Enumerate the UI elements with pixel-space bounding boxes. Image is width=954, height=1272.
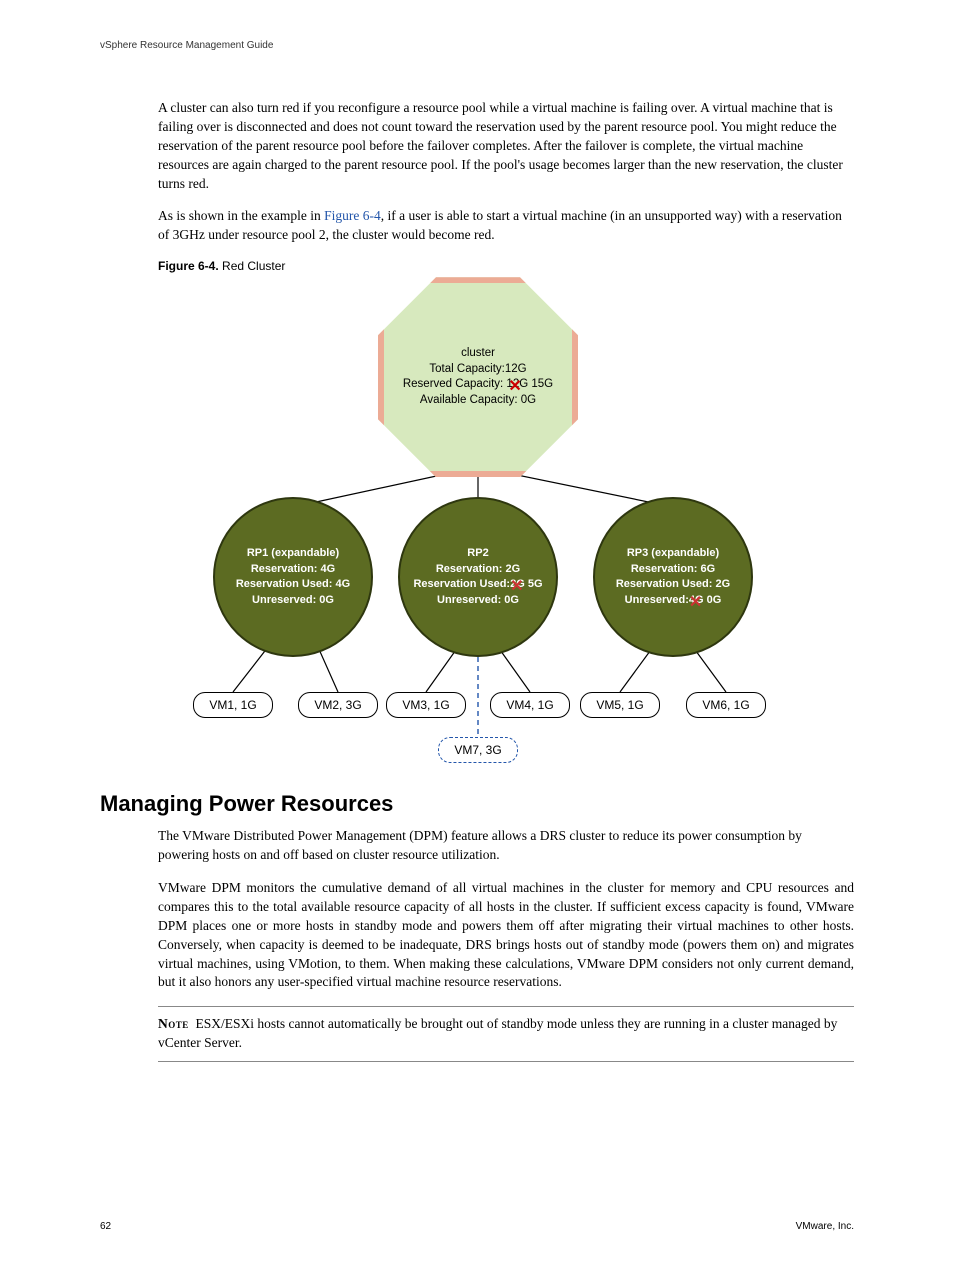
- vm7: VM7, 3G: [438, 737, 518, 763]
- page-number: 62: [100, 1221, 111, 1232]
- section-p1: The VMware Distributed Power Management …: [100, 827, 854, 865]
- note-block: Note ESX/ESXi hosts cannot automatically…: [158, 1006, 854, 1062]
- note-label: Note: [158, 1016, 189, 1031]
- rp3-l2: Reservation Used: 2G: [616, 577, 730, 592]
- rp2-used-label: Reservation Used:: [413, 578, 510, 590]
- diagram-red-cluster: cluster Total Capacity:12G Reserved Capa…: [158, 277, 798, 767]
- rp3-l0: RP3 (expandable): [627, 546, 719, 561]
- rp2-used-old: 2G✕: [510, 578, 525, 590]
- note-text: ESX/ESXi hosts cannot automatically be b…: [158, 1016, 837, 1050]
- figure-label: Figure 6-4.: [158, 259, 219, 273]
- rp2-l3: Unreserved: 0G: [437, 593, 519, 608]
- cluster-name: cluster: [461, 346, 495, 362]
- rp1-l3: Unreserved: 0G: [252, 593, 334, 608]
- footer-org: VMware, Inc.: [796, 1221, 854, 1232]
- rp3-unres-old: 4G✕: [689, 594, 704, 606]
- p2-text-a: As is shown in the example in: [158, 208, 324, 223]
- rp3-node: RP3 (expandable) Reservation: 6G Reserva…: [593, 497, 753, 657]
- section-p2: VMware DPM monitors the cumulative deman…: [100, 879, 854, 992]
- cross-out-icon: ✕: [508, 376, 521, 398]
- rp1-l1: Reservation: 4G: [251, 562, 335, 577]
- vm1: VM1, 1G: [193, 692, 273, 718]
- cluster-reserved-old: 12G ✕: [506, 378, 531, 390]
- paragraph-2: As is shown in the example in Figure 6-4…: [100, 207, 854, 245]
- cross-out-icon: ✕: [510, 576, 523, 598]
- figure-title: Red Cluster: [222, 259, 285, 273]
- vm3: VM3, 1G: [386, 692, 466, 718]
- cluster-text: cluster Total Capacity:12G Reserved Capa…: [378, 277, 578, 477]
- rp3-l1: Reservation: 6G: [631, 562, 715, 577]
- rp2-used-new: 5G: [528, 578, 543, 590]
- figure-link[interactable]: Figure 6-4: [324, 208, 381, 223]
- vm2: VM2, 3G: [298, 692, 378, 718]
- cluster-reserved-label: Reserved Capacity:: [403, 378, 503, 390]
- cluster-reserved-new: 15G: [531, 378, 553, 390]
- rp2-node: RP2 Reservation: 2G Reservation Used:2G✕…: [398, 497, 558, 657]
- vm6: VM6, 1G: [686, 692, 766, 718]
- vm5: VM5, 1G: [580, 692, 660, 718]
- cross-out-icon: ✕: [689, 592, 702, 614]
- figure-caption: Figure 6-4. Red Cluster: [158, 259, 854, 273]
- section-heading: Managing Power Resources: [100, 791, 854, 817]
- cluster-reserved: Reserved Capacity: 12G ✕ 15G: [403, 377, 553, 393]
- vm4: VM4, 1G: [490, 692, 570, 718]
- cluster-node: cluster Total Capacity:12G Reserved Capa…: [378, 277, 578, 477]
- rp2-l0: RP2: [467, 546, 488, 561]
- paragraph-1: A cluster can also turn red if you recon…: [100, 99, 854, 193]
- rp1-l2: Reservation Used: 4G: [236, 577, 350, 592]
- rp3-l3: Unreserved:4G✕ 0G: [625, 593, 722, 608]
- footer: 62 VMware, Inc.: [100, 1221, 854, 1232]
- rp1-l0: RP1 (expandable): [247, 546, 339, 561]
- cluster-total: Total Capacity:12G: [429, 362, 526, 378]
- page: vSphere Resource Management Guide A clus…: [0, 0, 954, 1272]
- rp2-l1: Reservation: 2G: [436, 562, 520, 577]
- running-head: vSphere Resource Management Guide: [100, 40, 854, 51]
- rp3-unres-new: 0G: [707, 594, 722, 606]
- rp2-l2: Reservation Used:2G✕ 5G: [413, 577, 542, 592]
- rp3-unres-label: Unreserved:: [625, 594, 689, 606]
- rp1-node: RP1 (expandable) Reservation: 4G Reserva…: [213, 497, 373, 657]
